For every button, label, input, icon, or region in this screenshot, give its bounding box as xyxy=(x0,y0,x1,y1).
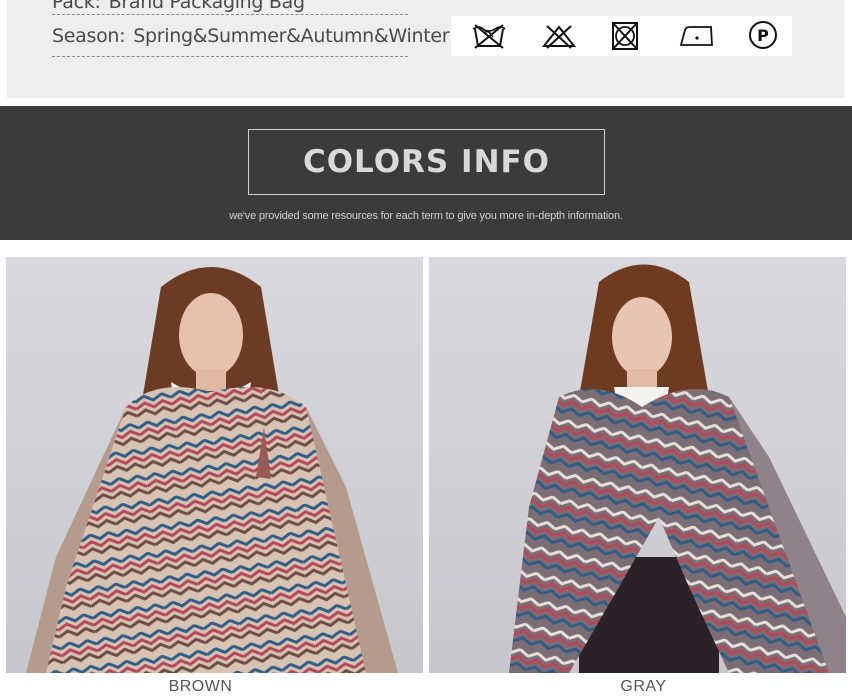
hand-wash-icon xyxy=(469,21,509,51)
brown-color-label: BROWN xyxy=(168,678,233,695)
gray-scarf-photo[interactable] xyxy=(429,257,846,673)
season-label: Season: xyxy=(52,25,126,47)
pack-value: Brand Packaging Bag xyxy=(108,0,305,13)
do-not-tumble-dry-icon xyxy=(605,21,645,51)
dry-clean-letter: P xyxy=(757,26,769,45)
spec-panel: Pack: Brand Packaging Bag Season: Spring&S… xyxy=(7,0,844,98)
pack-label: Pack: xyxy=(52,0,101,13)
banner-title-box: COLORS INFO xyxy=(248,129,605,195)
gray-color-label: GRAY xyxy=(620,678,667,695)
dry-clean-p-icon: P xyxy=(743,21,783,51)
care-instructions: P xyxy=(451,16,792,56)
divider xyxy=(52,56,408,57)
banner-title: COLORS INFO xyxy=(302,144,551,180)
season-spec: Season: Spring&Summer&Autumn&Winter xyxy=(52,25,450,47)
banner-subtitle: we've provided some resources for each t… xyxy=(229,210,623,222)
pack-spec: Pack: Brand Packaging Bag xyxy=(52,0,407,13)
divider xyxy=(52,14,408,15)
colors-info-banner: COLORS INFO we've provided some resource… xyxy=(0,106,852,240)
do-not-bleach-icon xyxy=(539,21,579,51)
low-iron-icon xyxy=(677,21,717,51)
brown-scarf-photo[interactable] xyxy=(6,257,423,673)
season-value: Spring&Summer&Autumn&Winter xyxy=(133,25,450,47)
